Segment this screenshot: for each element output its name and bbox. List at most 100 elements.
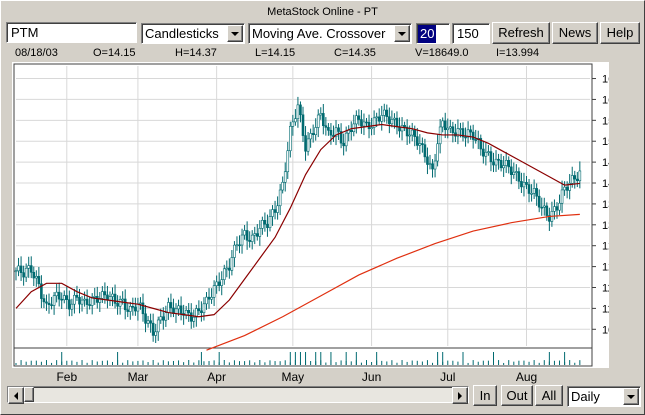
candle-body (121, 298, 124, 301)
candle-body (159, 316, 163, 321)
period-short-input[interactable]: 20 (416, 23, 450, 44)
candle-body (250, 234, 254, 242)
chevron-down-icon (627, 394, 635, 399)
zoom-in-button[interactable]: In (473, 385, 497, 406)
candle-body (400, 124, 404, 132)
candle-body (459, 128, 462, 130)
candle-body (375, 116, 378, 119)
candle-body (37, 276, 41, 285)
candle-body (212, 285, 216, 298)
candle-body (469, 129, 472, 133)
candle-body (294, 118, 297, 123)
chart-style-dropdown-button[interactable] (227, 25, 243, 42)
x-tick-label: May (282, 370, 305, 384)
candle-body (235, 244, 239, 247)
candle-body (421, 143, 424, 145)
candle-body (522, 181, 526, 188)
candle-body (144, 313, 147, 324)
zoom-all-button[interactable]: All (535, 385, 563, 406)
candle-body (301, 114, 305, 136)
candle-body (578, 170, 582, 182)
candle-body (60, 298, 64, 301)
candle-body (151, 322, 155, 336)
indicator-dropdown-button[interactable] (394, 25, 410, 42)
candle-body (271, 209, 274, 217)
candle-body (410, 129, 414, 136)
candle-body (355, 115, 358, 125)
candle-body (24, 267, 28, 278)
candle-body (68, 299, 71, 310)
candle-body (141, 302, 145, 315)
y-tick-label: 13.0 (602, 220, 609, 232)
candle-body (169, 302, 173, 309)
horizontal-scrollbar[interactable] (7, 386, 469, 404)
candle-body (517, 171, 521, 182)
x-tick-label: Apr (207, 370, 226, 384)
symbol-input[interactable]: PTM (6, 22, 137, 43)
candle-body (255, 233, 259, 237)
candle-body (266, 223, 269, 228)
refresh-button[interactable]: Refresh (492, 22, 550, 44)
candle-body (322, 113, 325, 127)
candle-body (436, 143, 439, 162)
candle-body (299, 104, 302, 116)
candle-body (75, 295, 79, 298)
candle-body (189, 312, 193, 322)
candle-body (95, 296, 99, 303)
interval-dropdown-button[interactable] (623, 388, 639, 405)
candle-body (118, 299, 122, 307)
candle-body (65, 295, 69, 300)
candle-body (324, 125, 328, 128)
candle-body (555, 206, 559, 211)
candle-body (248, 239, 251, 242)
candle-body (50, 304, 53, 307)
indicator-select[interactable]: Moving Ave. Crossover (248, 23, 412, 44)
scroll-left-button[interactable] (8, 387, 24, 404)
window-title: MetaStock Online - PT (267, 6, 378, 18)
candle-body (449, 126, 452, 129)
candle-body (395, 117, 399, 128)
y-tick-label: 16.0 (602, 94, 609, 106)
info-volume: V=18649.0 (415, 47, 469, 59)
candle-body (319, 113, 323, 116)
scroll-thumb[interactable] (24, 387, 34, 402)
candle-body (57, 291, 61, 300)
candle-body (17, 265, 20, 272)
arrow-right-icon (458, 391, 462, 400)
y-tick-label: 11.5 (602, 282, 609, 294)
candle-body (499, 160, 503, 169)
candle-body (438, 126, 442, 145)
chart-style-value: Candlesticks (145, 26, 219, 41)
x-tick-label: Aug (516, 370, 537, 384)
candle-body (484, 151, 488, 157)
candle-body (570, 175, 574, 184)
candle-body (576, 178, 579, 182)
help-button[interactable]: Help (600, 22, 640, 44)
candle-body (167, 302, 170, 313)
candle-body (258, 228, 262, 237)
candle-body (385, 109, 389, 118)
candle-body (525, 181, 528, 185)
chevron-down-icon (398, 31, 406, 36)
candle-body (537, 195, 541, 208)
scroll-right-button[interactable] (452, 387, 468, 404)
candle-body (78, 297, 81, 305)
candle-body (205, 296, 208, 305)
candle-body (446, 127, 450, 131)
candle-body (47, 302, 51, 306)
y-tick-label: 15.5 (602, 115, 609, 127)
candle-body (113, 293, 117, 304)
candle-body (532, 188, 536, 194)
candle-body (162, 316, 165, 321)
candle-body (111, 293, 114, 297)
candle-body (22, 272, 25, 278)
period-long-input[interactable]: 150 (452, 23, 490, 44)
candle-body (263, 219, 267, 225)
interval-select[interactable]: Daily (567, 386, 641, 407)
price-chart[interactable]: 10.5 11.0 11.5 12.0 12.5 13.0 13.5 14.0 14.5 15.0… (12, 62, 623, 368)
news-button[interactable]: News (552, 22, 598, 44)
chart-style-select[interactable]: Candlesticks (141, 23, 245, 44)
candle-body (304, 135, 307, 152)
zoom-out-button[interactable]: Out (501, 385, 533, 406)
candle-body (179, 305, 183, 314)
